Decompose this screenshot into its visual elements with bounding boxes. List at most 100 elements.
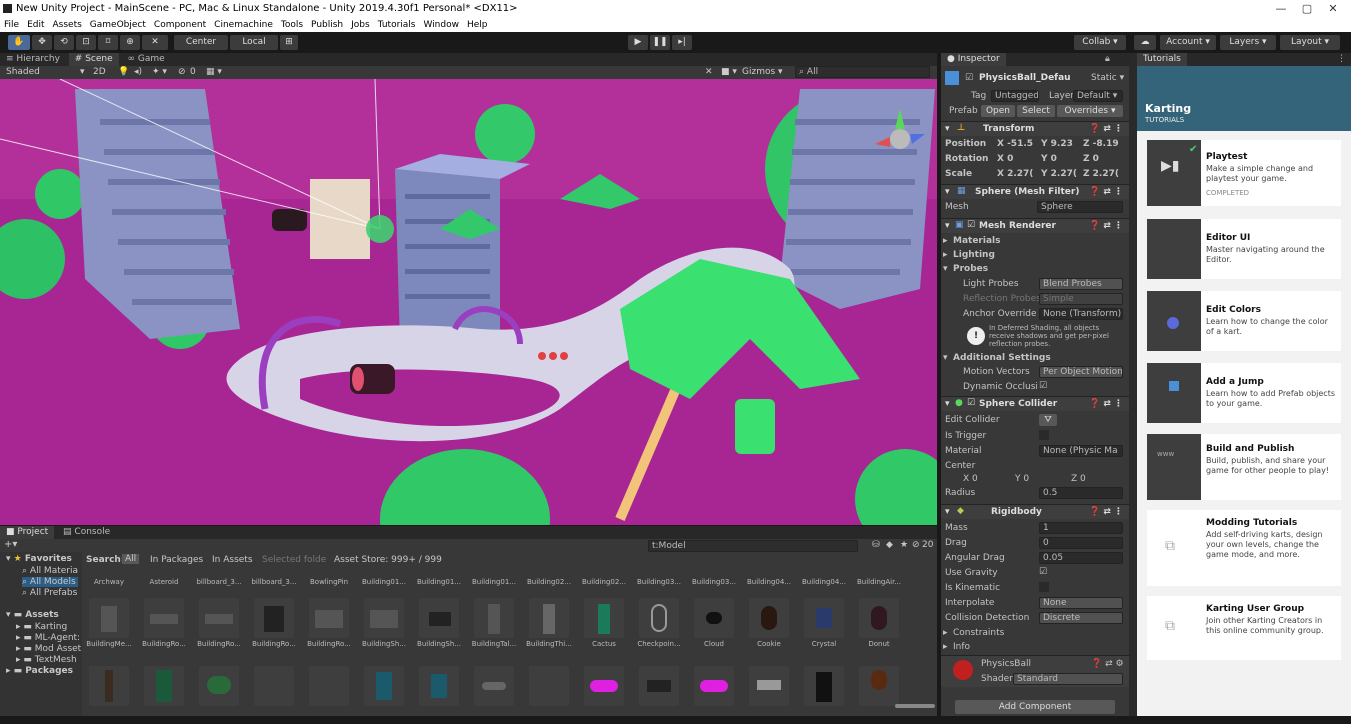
component-menu-icon[interactable]: ❓ ⇄ ⋮ — [1089, 124, 1123, 134]
folder-item[interactable]: ▸ ▬ TextMesh — [16, 655, 77, 665]
asset-thumbnail[interactable] — [584, 666, 624, 706]
asset-label[interactable]: Cloud — [689, 640, 739, 648]
component-menu-icon[interactable]: ❓ ⇄ ⋮ — [1089, 507, 1123, 517]
project-search-input[interactable]: t:Model — [648, 540, 858, 552]
use-gravity-checkbox[interactable]: ☑ — [1039, 567, 1047, 577]
radius-field[interactable]: 0.5 — [1039, 487, 1123, 499]
asset-thumbnail[interactable] — [474, 666, 514, 706]
tab-scene[interactable]: # Scene — [68, 53, 119, 66]
asset-thumbnail[interactable] — [749, 598, 789, 638]
drag-field[interactable]: 0 — [1039, 537, 1123, 549]
lighting-foldout[interactable]: ▸ Lighting — [941, 248, 1129, 263]
asset-thumbnail[interactable] — [199, 666, 239, 706]
close-button[interactable]: ✕ — [1318, 0, 1348, 18]
interpolate-dropdown[interactable]: None — [1039, 597, 1123, 609]
scale-y[interactable]: Y 2.27( — [1041, 169, 1077, 179]
mesh-filter-header[interactable]: ▾ ▦ Sphere (Mesh Filter) ❓ ⇄ ⋮ — [941, 184, 1129, 199]
folder-item[interactable]: ▸ ▬ Karting — [16, 622, 67, 632]
shader-dropdown[interactable]: Standard — [1013, 673, 1123, 685]
transform-header[interactable]: ▾ ⊥ Transform ❓ ⇄ ⋮ — [941, 121, 1129, 136]
tab-console[interactable]: ▤ Console — [57, 526, 116, 539]
custom-tool-icon[interactable]: ✕ — [142, 35, 168, 50]
tab-hierarchy[interactable]: ≡ Hierarchy — [0, 53, 66, 66]
transform-tool-icon[interactable]: ⊕ — [120, 35, 140, 50]
prefab-open-button[interactable]: Open — [981, 105, 1015, 117]
rotation-y[interactable]: Y 0 — [1041, 154, 1057, 164]
asset-thumbnail[interactable] — [529, 598, 569, 638]
position-y[interactable]: Y 9.23 — [1041, 139, 1073, 149]
cloud-icon[interactable]: ☁ — [1134, 35, 1156, 50]
materials-foldout[interactable]: ▸ Materials — [941, 234, 1129, 249]
folder-item[interactable]: ▸ ▬ ML-Agent: — [16, 633, 80, 643]
edit-collider-button[interactable]: ⛛ — [1039, 414, 1057, 426]
tag-dropdown[interactable]: Untagged ▾ — [991, 90, 1039, 102]
asset-thumbnail[interactable] — [89, 666, 129, 706]
pivot-local-toggle[interactable]: Local — [230, 35, 278, 50]
mass-field[interactable]: 1 — [1039, 522, 1123, 534]
asset-building[interactable]: Building03... — [634, 578, 684, 586]
component-menu-icon[interactable]: ❓ ⇄ ⚙ — [1091, 659, 1124, 669]
lighting-toggle-icon[interactable]: 💡 — [118, 67, 129, 77]
center-z[interactable]: Z 0 — [1071, 474, 1086, 484]
2d-toggle[interactable]: 2D — [93, 67, 106, 77]
asset-billboard[interactable]: billboard_3... — [194, 578, 244, 586]
probes-foldout[interactable]: ▾ Probes — [941, 262, 1129, 277]
asset-label[interactable]: BuildingRo... — [139, 640, 189, 648]
asset-thumbnail[interactable] — [364, 598, 404, 638]
asset-building-air[interactable]: BuildingAir... — [854, 578, 904, 586]
asset-building[interactable]: Building04... — [799, 578, 849, 586]
asset-store-button[interactable]: Asset Store: 999+ / 999 — [334, 555, 442, 565]
asset-label[interactable]: Crystal — [799, 640, 849, 648]
scene-tools-icon[interactable]: ✕ — [705, 67, 713, 77]
mesh-renderer-header[interactable]: ▾ ▣ ☑ Mesh Renderer ❓ ⇄ ⋮ — [941, 218, 1129, 233]
folder-item[interactable]: ▸ ▬ Mod Asset — [16, 644, 81, 654]
asset-thumbnail[interactable] — [254, 598, 294, 638]
inspector-scrollbar[interactable] — [1129, 53, 1137, 716]
motion-vectors-dropdown[interactable]: Per Object Motion — [1039, 366, 1123, 378]
asset-label[interactable]: Checkpoin... — [634, 640, 684, 648]
scale-tool-icon[interactable]: ⊡ — [76, 35, 96, 50]
collision-detection-dropdown[interactable]: Discrete — [1039, 612, 1123, 624]
layer-dropdown[interactable]: Default ▾ — [1073, 90, 1123, 102]
rigidbody-header[interactable]: ▾ ◆ Rigidbody ❓ ⇄ ⋮ — [941, 504, 1129, 519]
tutorial-card-edit-colors[interactable]: Edit Colors Learn how to change the colo… — [1147, 291, 1341, 351]
asset-thumbnail[interactable] — [419, 598, 459, 638]
menu-component[interactable]: Component — [154, 20, 206, 30]
tutorial-card-editor-ui[interactable]: Editor UI Master navigating around the E… — [1147, 219, 1341, 279]
grid-toggle-icon[interactable]: ▦ ▾ — [206, 67, 222, 77]
menu-publish[interactable]: Publish — [311, 20, 343, 30]
scale-z[interactable]: Z 2.27( — [1083, 169, 1119, 179]
asset-thumbnail[interactable] — [694, 598, 734, 638]
asset-label[interactable]: BuildingRo... — [304, 640, 354, 648]
account-dropdown[interactable]: Account ▾ — [1160, 35, 1216, 50]
create-button[interactable]: +▾ — [4, 539, 17, 550]
tutorial-card-user-group[interactable]: ⧉ Karting User Group Join other Karting … — [1147, 596, 1341, 660]
hand-tool-icon[interactable]: ✋ — [8, 35, 30, 50]
panel-menu-icon[interactable]: ⋮ — [1337, 54, 1346, 64]
asset-thumbnail[interactable] — [364, 666, 404, 706]
enabled-checkbox[interactable]: ☑ — [967, 398, 975, 408]
camera-settings-icon[interactable]: ■ ▾ — [721, 67, 737, 77]
asset-label[interactable]: BuildingRo... — [194, 640, 244, 648]
asset-thumbnail[interactable] — [639, 666, 679, 706]
is-trigger-checkbox[interactable] — [1039, 430, 1049, 440]
menu-gameobject[interactable]: GameObject — [90, 20, 146, 30]
fav-item[interactable]: ⌕ All Materia — [22, 566, 78, 576]
asset-building[interactable]: Building01... — [469, 578, 519, 586]
menu-jobs[interactable]: Jobs — [351, 20, 370, 30]
menu-tutorials[interactable]: Tutorials — [378, 20, 416, 30]
thumbnail-size-slider[interactable] — [895, 704, 935, 708]
anchor-override-field[interactable]: None (Transform) — [1039, 308, 1123, 320]
lock-icon[interactable]: 🔒︎ — [1105, 54, 1110, 64]
asset-label[interactable]: Cookie — [744, 640, 794, 648]
collab-button[interactable]: Collab ▾ — [1074, 35, 1126, 50]
asset-thumbnail[interactable] — [804, 666, 844, 706]
draw-mode-caret-icon[interactable]: ▾ — [80, 67, 85, 77]
asset-label[interactable]: BuildingThi... — [524, 640, 574, 648]
asset-building[interactable]: Building02... — [579, 578, 629, 586]
rotate-tool-icon[interactable]: ⟲ — [54, 35, 74, 50]
constraints-foldout[interactable]: ▸ Constraints — [941, 626, 1129, 641]
asset-archway[interactable]: Archway — [84, 578, 134, 586]
asset-building[interactable]: Building01... — [414, 578, 464, 586]
tab-project[interactable]: ■ Project — [0, 526, 55, 539]
